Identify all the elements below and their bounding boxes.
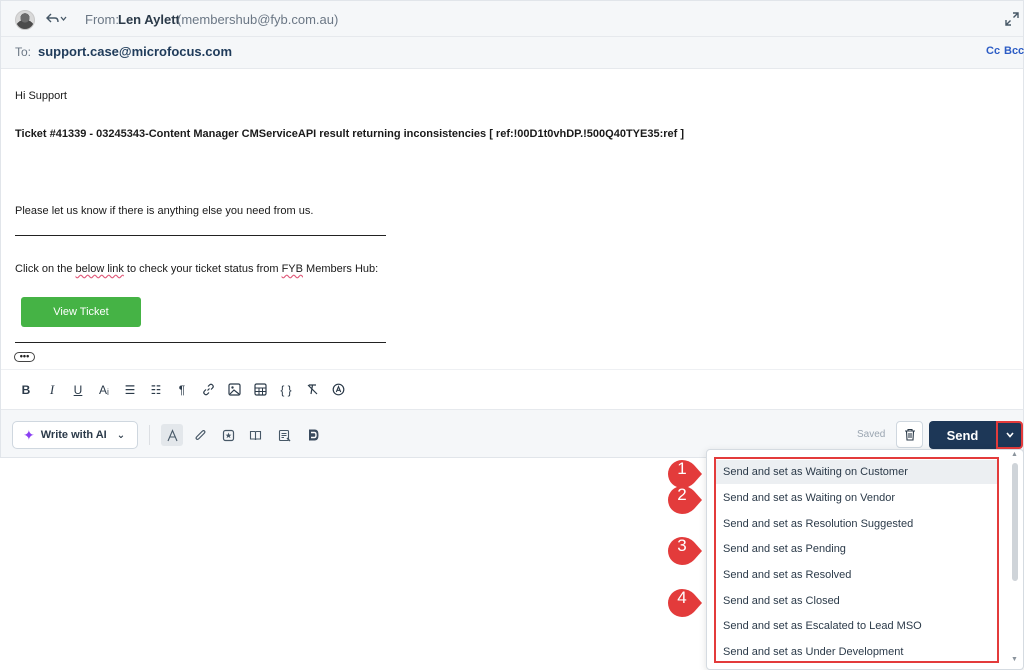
fyb-text: FYB (281, 263, 303, 275)
to-label: To: (15, 45, 32, 59)
menu-item-under-development[interactable]: Send and set as Under Development (716, 640, 998, 664)
avatar[interactable] (15, 10, 35, 30)
email-compose-panel: From: Len Aylett (membershub@fyb.com.au)… (0, 0, 1024, 458)
from-row: From: Len Aylett (membershub@fyb.com.au) (1, 1, 1023, 37)
toolbar-divider (149, 425, 150, 445)
marker-label: 3 (677, 536, 687, 555)
menu-scrollbar[interactable] (1012, 463, 1018, 581)
write-with-ai-label: Write with AI (40, 429, 107, 441)
click-mid: to check your ticket status from (123, 263, 282, 275)
marker-label: 2 (677, 485, 687, 504)
underline-button[interactable]: U (65, 378, 91, 402)
clear-format-icon[interactable] (299, 378, 325, 402)
table-icon[interactable] (247, 378, 273, 402)
format-toolbar: B I U Aᵢ ☰ ☷ ¶ { } (1, 369, 1023, 409)
numbered-list-button[interactable]: ☰ (117, 378, 143, 402)
menu-item-closed[interactable]: Send and set as Closed (716, 589, 998, 613)
chevron-down-icon (1005, 432, 1014, 438)
bold-button[interactable]: B (13, 378, 39, 402)
font-size-button[interactable]: Aᵢ (91, 378, 117, 402)
ticket-line: Ticket #41339 - 03245343-Content Manager… (15, 128, 685, 140)
menu-item-waiting-on-customer[interactable]: Send and set as Waiting on Customer (716, 460, 998, 484)
text-format-icon[interactable] (161, 424, 183, 446)
scroll-up-icon[interactable]: ▲ (1011, 451, 1018, 458)
send-button[interactable]: Send (929, 421, 996, 449)
code-icon[interactable]: { } (273, 378, 299, 402)
marker-label: 1 (677, 459, 687, 478)
expand-icon[interactable] (1005, 12, 1019, 26)
attachment-icon[interactable] (189, 424, 211, 446)
from-label: From: (85, 12, 119, 27)
signature-icon[interactable] (325, 378, 351, 402)
reply-icon[interactable] (45, 12, 67, 26)
to-row: To: support.case@microfocus.com Cc Bcc (1, 37, 1024, 69)
trash-icon (904, 428, 915, 441)
divider (15, 342, 386, 343)
annotation-marker-2: 2 (667, 482, 703, 518)
knowledge-base-icon[interactable] (244, 424, 266, 446)
cc-link[interactable]: Cc (986, 45, 1000, 57)
menu-item-escalated-to-lead-mso[interactable]: Send and set as Escalated to Lead MSO (716, 614, 998, 638)
menu-item-resolved[interactable]: Send and set as Resolved (716, 563, 998, 587)
scroll-down-icon[interactable]: ▼ (1011, 656, 1018, 663)
delete-draft-button[interactable] (896, 421, 923, 448)
sparkle-icon: ✦ (23, 426, 35, 443)
saved-status: Saved (857, 429, 886, 440)
annotation-marker-4: 4 (667, 585, 703, 621)
bcc-link[interactable]: Bcc (1004, 45, 1024, 57)
please-line: Please let us know if there is anything … (15, 205, 314, 217)
menu-item-resolution-suggested[interactable]: Send and set as Resolution Suggested (716, 512, 998, 536)
below-link-text: below link (75, 263, 124, 275)
from-email: (membershub@fyb.com.au) (177, 12, 339, 27)
paragraph-button[interactable]: ¶ (169, 378, 195, 402)
italic-button[interactable]: I (39, 378, 65, 402)
annotation-marker-3: 3 (667, 533, 703, 569)
from-name: Len Aylett (118, 12, 180, 27)
canned-response-icon[interactable] (217, 424, 239, 446)
image-icon[interactable] (221, 378, 247, 402)
view-ticket-button[interactable]: View Ticket (21, 297, 141, 327)
chevron-down-icon: ⌄ (116, 429, 126, 441)
click-prefix: Click on the (15, 263, 76, 275)
send-options-toggle[interactable] (996, 421, 1023, 449)
menu-item-waiting-on-vendor[interactable]: Send and set as Waiting on Vendor (716, 486, 998, 510)
menu-item-pending[interactable]: Send and set as Pending (716, 537, 998, 561)
message-body[interactable]: Hi Support Ticket #41339 - 03245343-Cont… (1, 71, 1023, 369)
divider (15, 235, 386, 236)
greeting-text: Hi Support (15, 90, 67, 102)
bulleted-list-button[interactable]: ☷ (143, 378, 169, 402)
click-line: Click on the below link to check your ti… (15, 263, 378, 275)
show-more-button[interactable]: ••• (14, 352, 35, 362)
click-suffix: Members Hub: (302, 263, 379, 275)
integration-icon[interactable] (302, 424, 324, 446)
to-recipient[interactable]: support.case@microfocus.com (38, 44, 232, 59)
write-with-ai-button[interactable]: ✦ Write with AI ⌄ (12, 421, 138, 449)
link-icon[interactable] (195, 378, 221, 402)
marker-label: 4 (677, 588, 687, 607)
template-icon[interactable] (273, 424, 295, 446)
